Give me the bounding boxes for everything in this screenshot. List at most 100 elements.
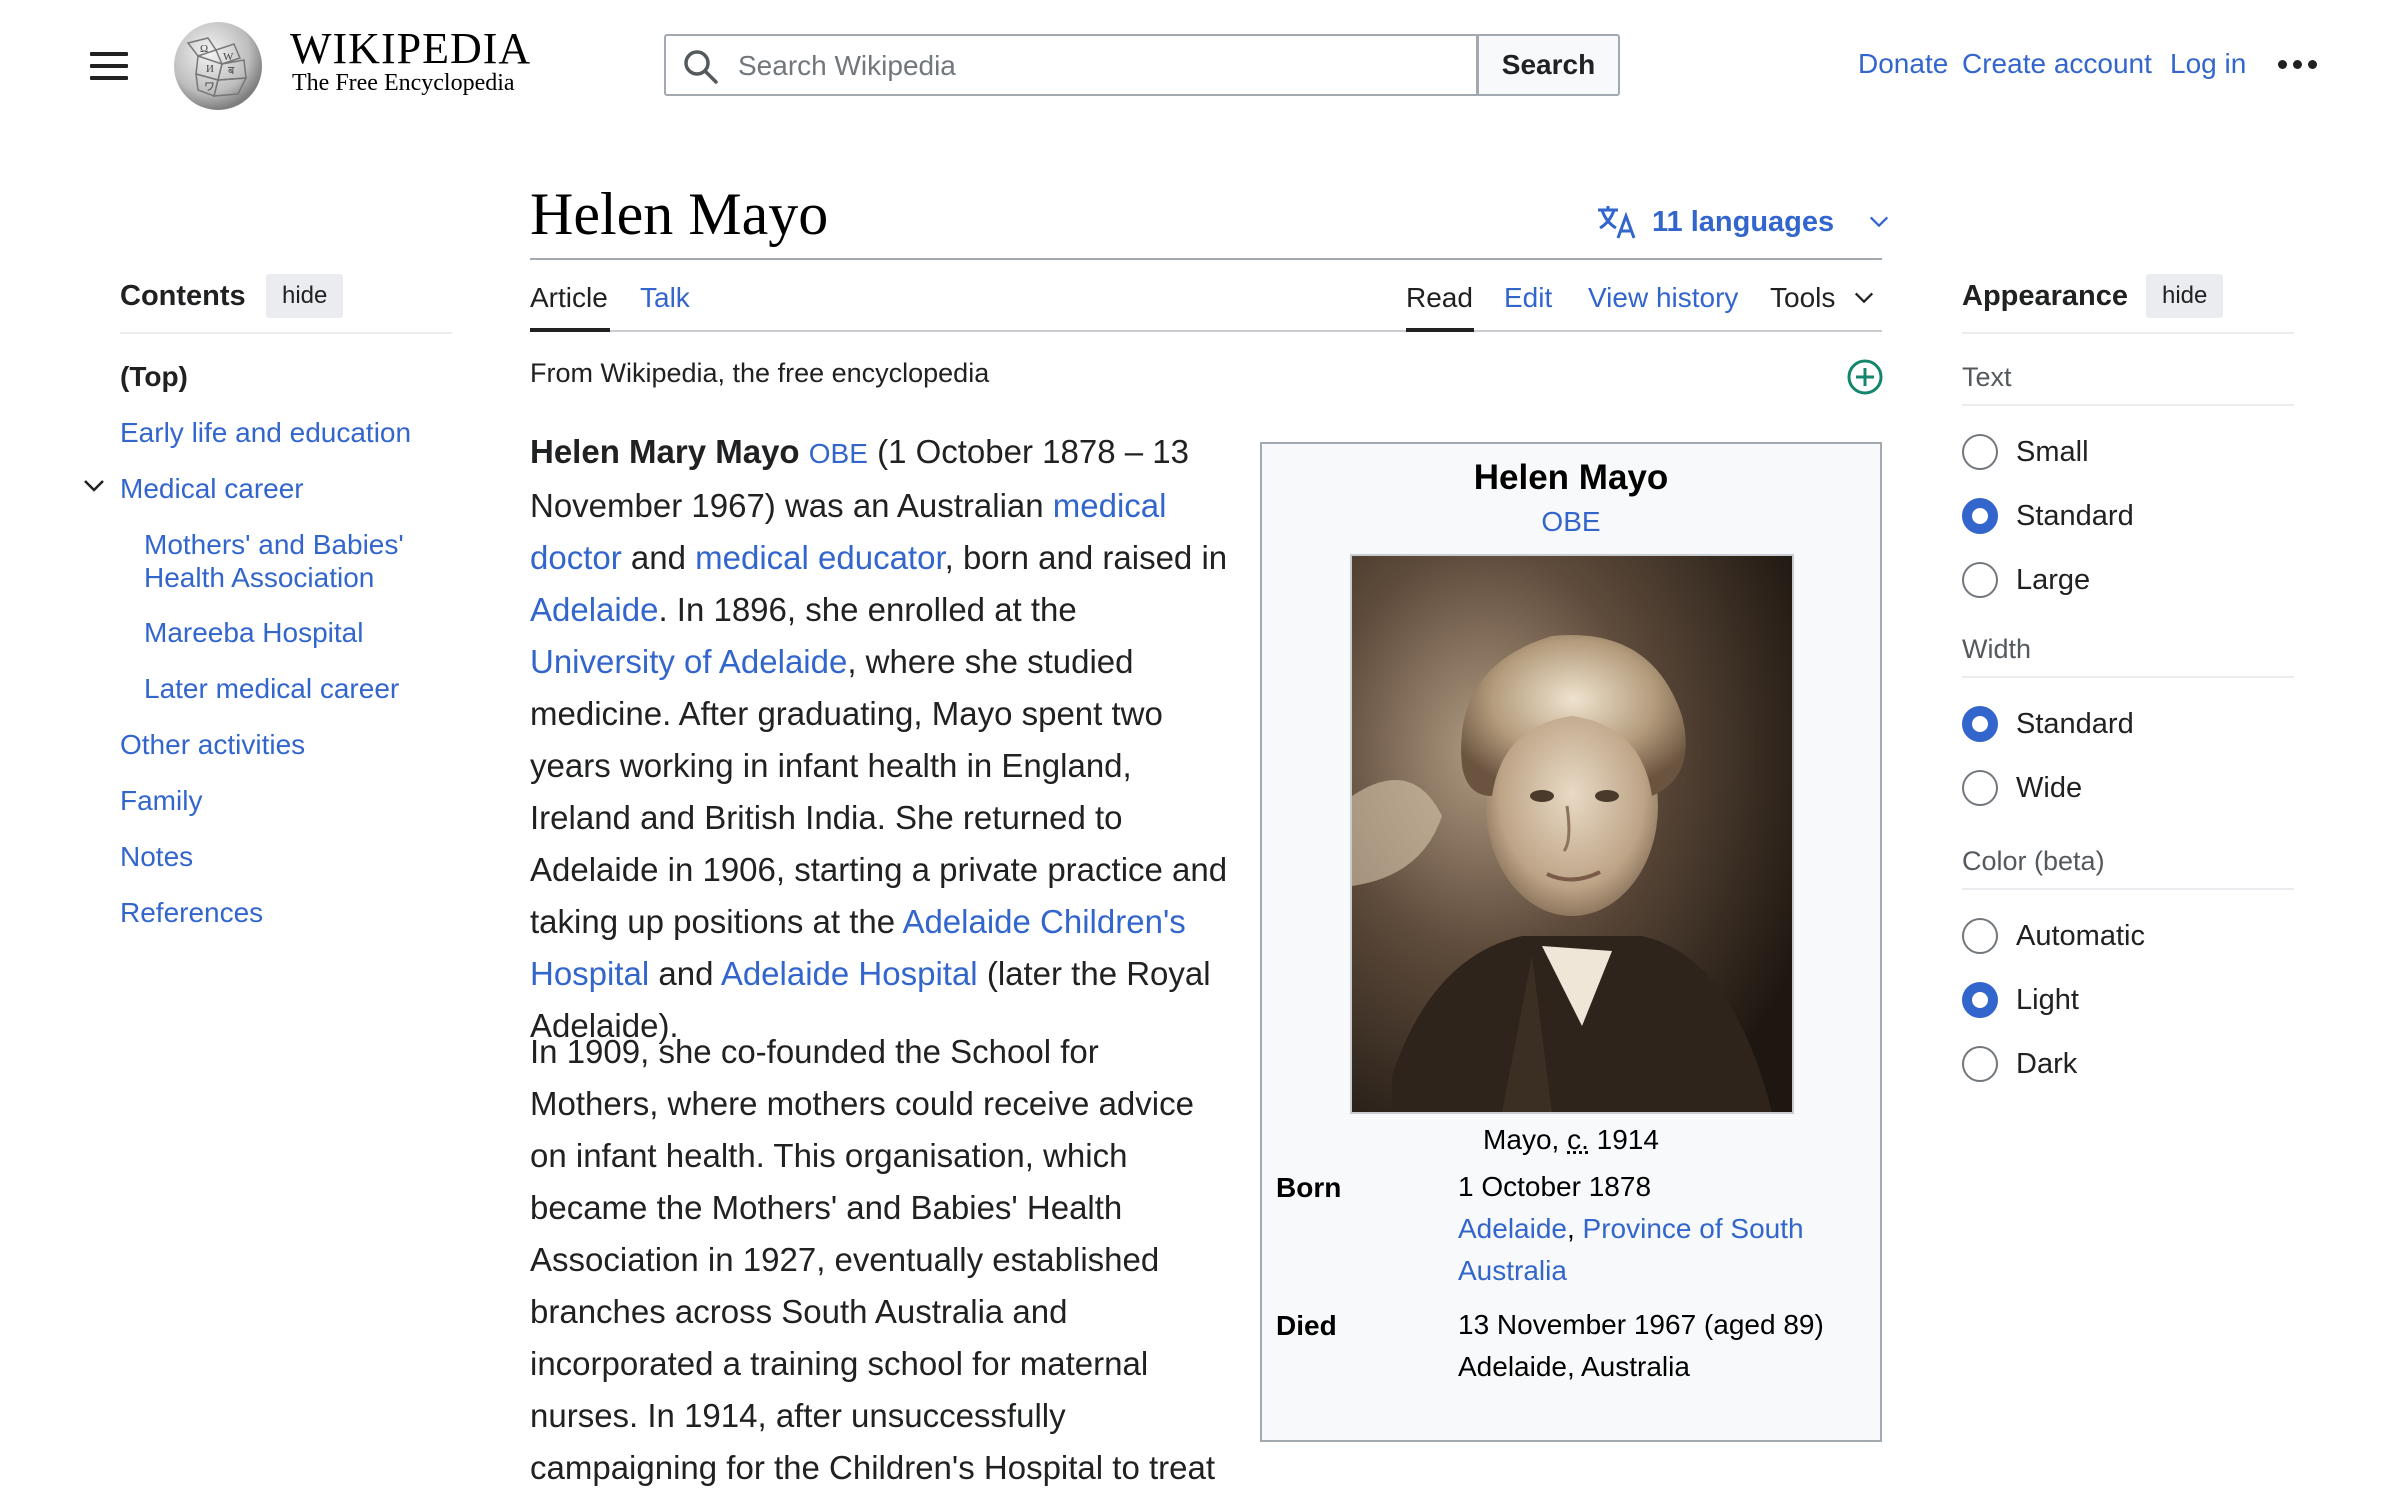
tools-menu-button[interactable]: Tools <box>1770 282 1875 314</box>
tab-view-history[interactable]: View history <box>1588 282 1738 314</box>
tools-label: Tools <box>1770 282 1835 314</box>
radio-label: Large <box>2016 564 2090 597</box>
text-size-small-radio[interactable]: Small <box>1962 432 2262 472</box>
wikipedia-tagline: The Free Encyclopedia <box>292 70 515 97</box>
text-size-label: Text <box>1962 362 2012 393</box>
color-dark-radio[interactable]: Dark <box>1962 1044 2262 1084</box>
radio-label: Light <box>2016 984 2079 1017</box>
toc-item-later-career[interactable]: Later medical career <box>144 672 399 705</box>
caption-text: Mayo, <box>1483 1124 1567 1155</box>
tab-read-active-indicator <box>1406 328 1474 332</box>
appearance-divider <box>1962 332 2294 334</box>
menu-icon-bar <box>90 52 128 56</box>
tab-edit[interactable]: Edit <box>1504 282 1552 314</box>
toc-hide-button[interactable]: hide <box>266 274 343 318</box>
search-box[interactable] <box>664 34 1478 96</box>
svg-text:И: И <box>206 63 214 75</box>
infobox: Helen Mayo OBE Mayo, c. 1914 Born 1 Octo… <box>1260 442 1882 1442</box>
obe-link[interactable]: OBE <box>809 438 868 469</box>
tab-talk[interactable]: Talk <box>640 282 690 314</box>
radio-selected-icon <box>1962 706 1998 742</box>
subject-name: Helen Mary Mayo <box>530 433 800 470</box>
create-account-link[interactable]: Create account <box>1962 48 2152 80</box>
article-paragraph: In 1909, she co-founded the School for M… <box>530 1026 1230 1494</box>
medical-educator-link[interactable]: medical educator <box>695 539 944 576</box>
portrait-photo[interactable] <box>1350 554 1794 1114</box>
main-menu-button[interactable] <box>80 44 136 88</box>
color-light-radio[interactable]: Light <box>1962 980 2262 1020</box>
width-wide-radio[interactable]: Wide <box>1962 768 2262 808</box>
toc-item-mareeba[interactable]: Mareeba Hospital <box>144 616 363 649</box>
text-span: and <box>649 955 721 992</box>
adelaide-link[interactable]: Adelaide <box>530 591 658 628</box>
search-button[interactable]: Search <box>1478 34 1620 96</box>
wikipedia-globe-logo[interactable]: Ω W И ब ワ <box>168 18 272 112</box>
more-options-icon[interactable] <box>2276 54 2322 74</box>
text-span: and <box>622 539 695 576</box>
color-label: Color (beta) <box>1962 846 2105 877</box>
caption-text: 1914 <box>1589 1124 1659 1155</box>
born-date: 1 October 1878 <box>1458 1166 1858 1208</box>
menu-icon-bar <box>90 76 128 80</box>
text-span: , born and raised in <box>945 539 1228 576</box>
radio-icon <box>1962 562 1998 598</box>
translate-icon <box>1596 204 1638 240</box>
university-of-adelaide-link[interactable]: University of Adelaide <box>530 643 847 680</box>
tabs-divider <box>530 330 1882 332</box>
radio-label: Small <box>2016 436 2089 469</box>
adelaide-hospital-link[interactable]: Adelaide Hospital <box>721 955 978 992</box>
toc-item-notes[interactable]: Notes <box>120 840 193 873</box>
add-to-watchlist-icon[interactable] <box>1846 358 1884 396</box>
adelaide-link[interactable]: Adelaide <box>1458 1213 1567 1244</box>
log-in-link[interactable]: Log in <box>2170 48 2246 80</box>
text-size-large-radio[interactable]: Large <box>1962 560 2262 600</box>
died-value: 13 November 1967 (aged 89) Adelaide, Aus… <box>1458 1304 1858 1388</box>
toc-divider <box>120 332 452 334</box>
radio-label: Standard <box>2016 708 2134 741</box>
tab-article[interactable]: Article <box>530 282 608 314</box>
infobox-title: Helen Mayo <box>1262 458 1880 498</box>
toc-item-mothers-babies[interactable]: Mothers' and Babies' Health Association <box>144 528 434 594</box>
appearance-heading: Appearance <box>1962 280 2128 313</box>
toc-item-references[interactable]: References <box>120 896 263 929</box>
born-place: Adelaide, Province of South Australia <box>1458 1208 1858 1292</box>
search-icon <box>682 48 720 86</box>
group-divider <box>1962 888 2294 890</box>
toc-item-early-life[interactable]: Early life and education <box>120 416 411 449</box>
chevron-down-icon <box>1853 287 1875 309</box>
radio-icon <box>1962 918 1998 954</box>
page-title: Helen Mayo <box>530 180 828 249</box>
toc-item-family[interactable]: Family <box>120 784 202 817</box>
chevron-down-icon[interactable] <box>82 474 106 498</box>
died-label: Died <box>1276 1310 1337 1342</box>
died-place: Adelaide, Australia <box>1458 1346 1858 1388</box>
separator: , <box>1567 1213 1583 1244</box>
toc-item-top[interactable]: (Top) <box>120 360 188 393</box>
radio-label: Standard <box>2016 500 2134 533</box>
radio-selected-icon <box>1962 982 1998 1018</box>
radio-icon <box>1962 1046 1998 1082</box>
infobox-caption: Mayo, c. 1914 <box>1262 1124 1880 1156</box>
toc-item-medical-career[interactable]: Medical career <box>120 472 304 505</box>
tab-read[interactable]: Read <box>1406 282 1473 314</box>
svg-text:Ω: Ω <box>200 43 208 55</box>
color-automatic-radio[interactable]: Automatic <box>1962 916 2262 956</box>
title-divider <box>530 258 1882 260</box>
circa-abbr[interactable]: c. <box>1567 1124 1589 1155</box>
width-standard-radio[interactable]: Standard <box>1962 704 2262 744</box>
group-divider <box>1962 676 2294 678</box>
appearance-hide-button[interactable]: hide <box>2146 274 2223 318</box>
toc-item-other-activities[interactable]: Other activities <box>120 728 305 761</box>
born-label: Born <box>1276 1172 1341 1204</box>
menu-icon-bar <box>90 64 128 68</box>
languages-button[interactable]: 11 languages <box>1596 200 1890 244</box>
width-label: Width <box>1962 634 2031 665</box>
radio-label: Automatic <box>2016 920 2145 953</box>
donate-link[interactable]: Donate <box>1858 48 1948 80</box>
infobox-obe-link[interactable]: OBE <box>1262 506 1880 538</box>
born-value: 1 October 1878 Adelaide, Province of Sou… <box>1458 1166 1858 1292</box>
group-divider <box>1962 404 2294 406</box>
text-size-standard-radio[interactable]: Standard <box>1962 496 2262 536</box>
search-input[interactable] <box>736 36 1460 96</box>
wikipedia-wordmark[interactable]: WIKIPEDIA <box>290 22 531 76</box>
